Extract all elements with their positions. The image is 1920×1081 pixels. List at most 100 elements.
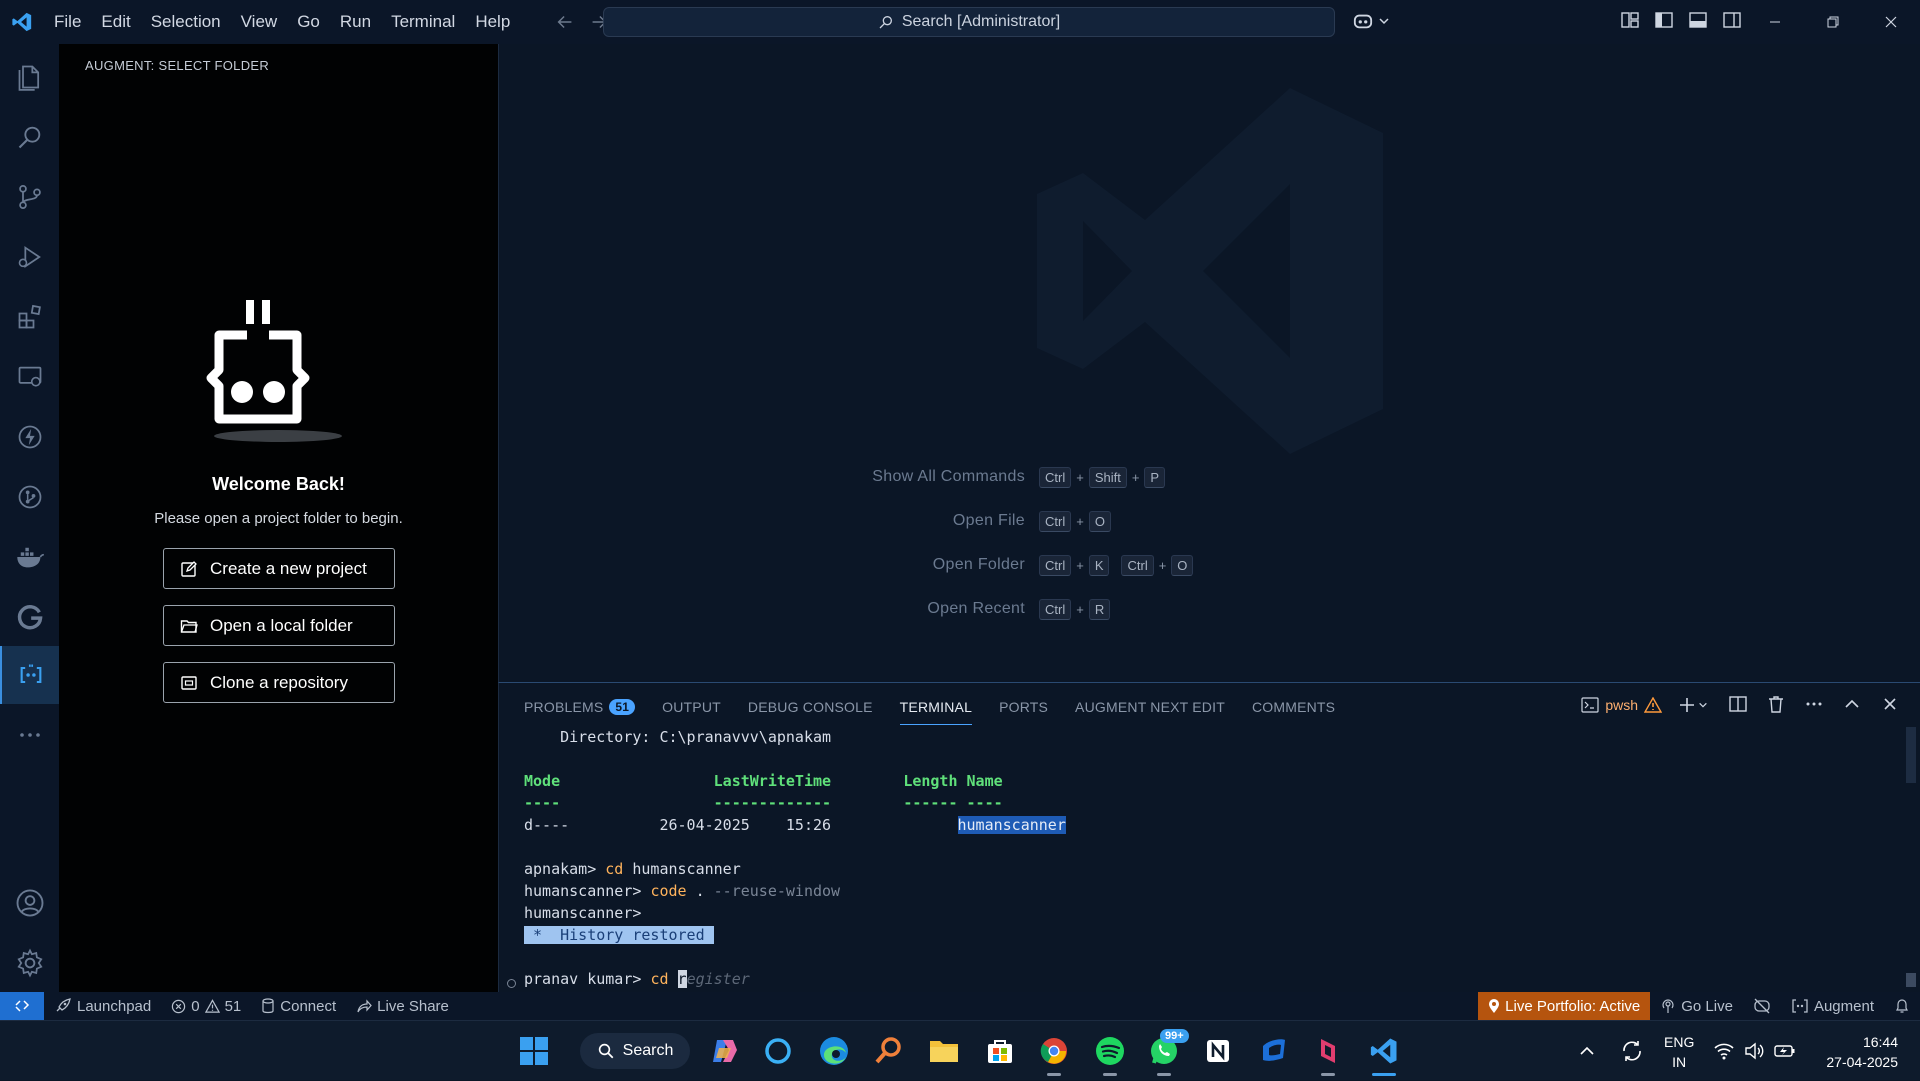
taskbar-clock[interactable]: 16:44 27-04-2025 — [1826, 1032, 1898, 1072]
tab-output[interactable]: OUTPUT — [662, 696, 721, 718]
cortana-icon[interactable] — [758, 1031, 798, 1071]
copilot-app-icon[interactable] — [704, 1031, 744, 1071]
copilot-menu[interactable] — [1352, 11, 1390, 31]
toggle-primary-sidebar-icon[interactable] — [1654, 10, 1676, 32]
folder-icon — [180, 617, 198, 635]
thunder-client-icon[interactable] — [0, 408, 59, 466]
tab-terminal[interactable]: TERMINAL — [899, 696, 973, 725]
maximize-panel-chevron-up-icon[interactable] — [1842, 694, 1864, 716]
restore-icon[interactable] — [1804, 0, 1862, 44]
accounts-icon[interactable] — [0, 874, 59, 932]
close-icon[interactable] — [1862, 0, 1920, 44]
row-time: 15:26 — [785, 816, 832, 834]
menu-file[interactable]: File — [44, 0, 91, 44]
activity-bar — [0, 44, 59, 992]
back-arrow-icon[interactable] — [554, 11, 576, 33]
close-panel-icon[interactable] — [1880, 694, 1902, 716]
remote-indicator-icon[interactable] — [0, 992, 44, 1020]
split-terminal-icon[interactable] — [1728, 694, 1750, 716]
menu-view[interactable]: View — [231, 0, 288, 44]
shortcut-open-folder[interactable]: Open Folder Ctrl + K Ctrl + O — [835, 552, 1194, 578]
shortcut-open-recent[interactable]: Open Recent Ctrl + R — [835, 596, 1111, 622]
more-ellipsis-icon[interactable] — [0, 706, 59, 764]
vscode-watermark-icon — [1035, 86, 1385, 456]
error-count: 0 — [191, 997, 200, 1015]
command-flag: --reuse-window — [704, 882, 841, 900]
go-live-status[interactable]: Go Live — [1650, 992, 1743, 1020]
augment-icon[interactable] — [0, 646, 59, 704]
launchpad-status[interactable]: Launchpad — [44, 992, 161, 1020]
terminal-command-line: apnakam> cd humanscanner — [524, 858, 1066, 880]
live-portfolio-label: Live Portfolio: Active — [1505, 997, 1641, 1015]
menu-help[interactable]: Help — [465, 0, 520, 44]
prompt: humanscanner> — [524, 882, 651, 900]
notion-icon[interactable] — [1198, 1031, 1238, 1071]
sync-icon[interactable] — [1620, 1039, 1644, 1063]
menu-terminal[interactable]: Terminal — [381, 0, 465, 44]
menu-run[interactable]: Run — [330, 0, 381, 44]
create-new-project-button[interactable]: Create a new project — [163, 548, 395, 589]
terminal-output[interactable]: Directory: C:\pranavvv\apnakam Mode Last… — [524, 726, 1066, 990]
chevron-up-icon[interactable] — [1578, 1042, 1596, 1060]
vscode-taskbar-icon[interactable] — [1364, 1031, 1404, 1071]
customize-layout-icon[interactable] — [1620, 10, 1642, 32]
toggle-panel-icon[interactable] — [1688, 10, 1710, 32]
magnifier-app-icon[interactable] — [868, 1031, 908, 1071]
extensions-icon[interactable] — [0, 288, 59, 346]
command-center-search[interactable]: Search [Administrator] — [603, 7, 1335, 37]
bluesky-app-icon[interactable] — [1254, 1031, 1294, 1071]
open-local-folder-button[interactable]: Open a local folder — [163, 605, 395, 646]
tab-problems[interactable]: PROBLEMS 51 — [524, 696, 636, 718]
tab-augment-next-edit[interactable]: AUGMENT NEXT EDIT — [1075, 696, 1225, 718]
shortcut-show-all-commands[interactable]: Show All Commands Ctrl + Shift + P — [835, 464, 1166, 490]
search-activity-icon[interactable] — [0, 108, 59, 166]
explorer-icon[interactable] — [0, 48, 59, 106]
spotify-icon[interactable] — [1090, 1031, 1130, 1071]
taskbar-search[interactable]: Search — [580, 1033, 690, 1069]
augment-status[interactable]: Augment — [1781, 992, 1884, 1020]
shortcut-open-file[interactable]: Open File Ctrl + O — [835, 508, 1111, 534]
live-share-label: Live Share — [377, 997, 449, 1015]
remote-explorer-icon[interactable] — [0, 348, 59, 406]
tab-comments[interactable]: COMMENTS — [1252, 696, 1335, 718]
tab-debug-console[interactable]: DEBUG CONSOLE — [748, 696, 873, 718]
menu-edit[interactable]: Edit — [91, 0, 140, 44]
row-name-selected[interactable]: humanscanner — [957, 816, 1066, 834]
windows-start-icon[interactable] — [514, 1031, 554, 1071]
input-language-indicator[interactable]: ENG IN — [1664, 1032, 1694, 1072]
edge-browser-icon[interactable] — [814, 1031, 854, 1071]
terminal-shell-selector[interactable]: pwsh — [1581, 697, 1662, 713]
problems-status[interactable]: 0 51 — [161, 992, 251, 1020]
source-control-icon[interactable] — [0, 168, 59, 226]
notifications-status[interactable] — [1884, 992, 1920, 1020]
run-debug-icon[interactable] — [0, 228, 59, 286]
toggle-secondary-sidebar-icon[interactable] — [1722, 10, 1744, 32]
new-terminal-plus-icon[interactable] — [1678, 694, 1712, 716]
gitlens-icon[interactable] — [0, 468, 59, 526]
terminal-scrollbar-thumb[interactable] — [1906, 973, 1916, 987]
clone-repository-label: Clone a repository — [210, 672, 348, 692]
minimize-icon[interactable] — [1746, 0, 1804, 44]
settings-gear-icon[interactable] — [0, 934, 59, 992]
chrome-running-indicator — [1047, 1073, 1061, 1076]
menu-go[interactable]: Go — [287, 0, 330, 44]
tab-ports[interactable]: PORTS — [999, 696, 1048, 718]
chrome-icon[interactable] — [1034, 1031, 1074, 1071]
command-decoration-icon[interactable] — [507, 979, 516, 988]
docker-icon[interactable] — [0, 528, 59, 586]
file-explorer-icon[interactable] — [924, 1031, 964, 1071]
clone-repository-button[interactable]: Clone a repository — [163, 662, 395, 703]
more-actions-icon[interactable] — [1804, 694, 1826, 716]
microsoft-store-icon[interactable] — [980, 1031, 1020, 1071]
live-share-status[interactable]: Live Share — [346, 992, 459, 1020]
gitkraken-icon[interactable] — [0, 588, 59, 646]
quick-settings[interactable] — [1714, 1021, 1796, 1081]
copilot-status[interactable] — [1743, 992, 1781, 1020]
pdf-reader-icon[interactable] — [1308, 1031, 1348, 1071]
key-k: K — [1088, 554, 1110, 576]
terminal-scrollbar[interactable] — [1906, 727, 1916, 783]
connect-status[interactable]: Connect — [251, 992, 346, 1020]
trash-icon[interactable] — [1766, 694, 1788, 716]
live-portfolio-status[interactable]: Live Portfolio: Active — [1478, 992, 1651, 1020]
menu-selection[interactable]: Selection — [141, 0, 231, 44]
